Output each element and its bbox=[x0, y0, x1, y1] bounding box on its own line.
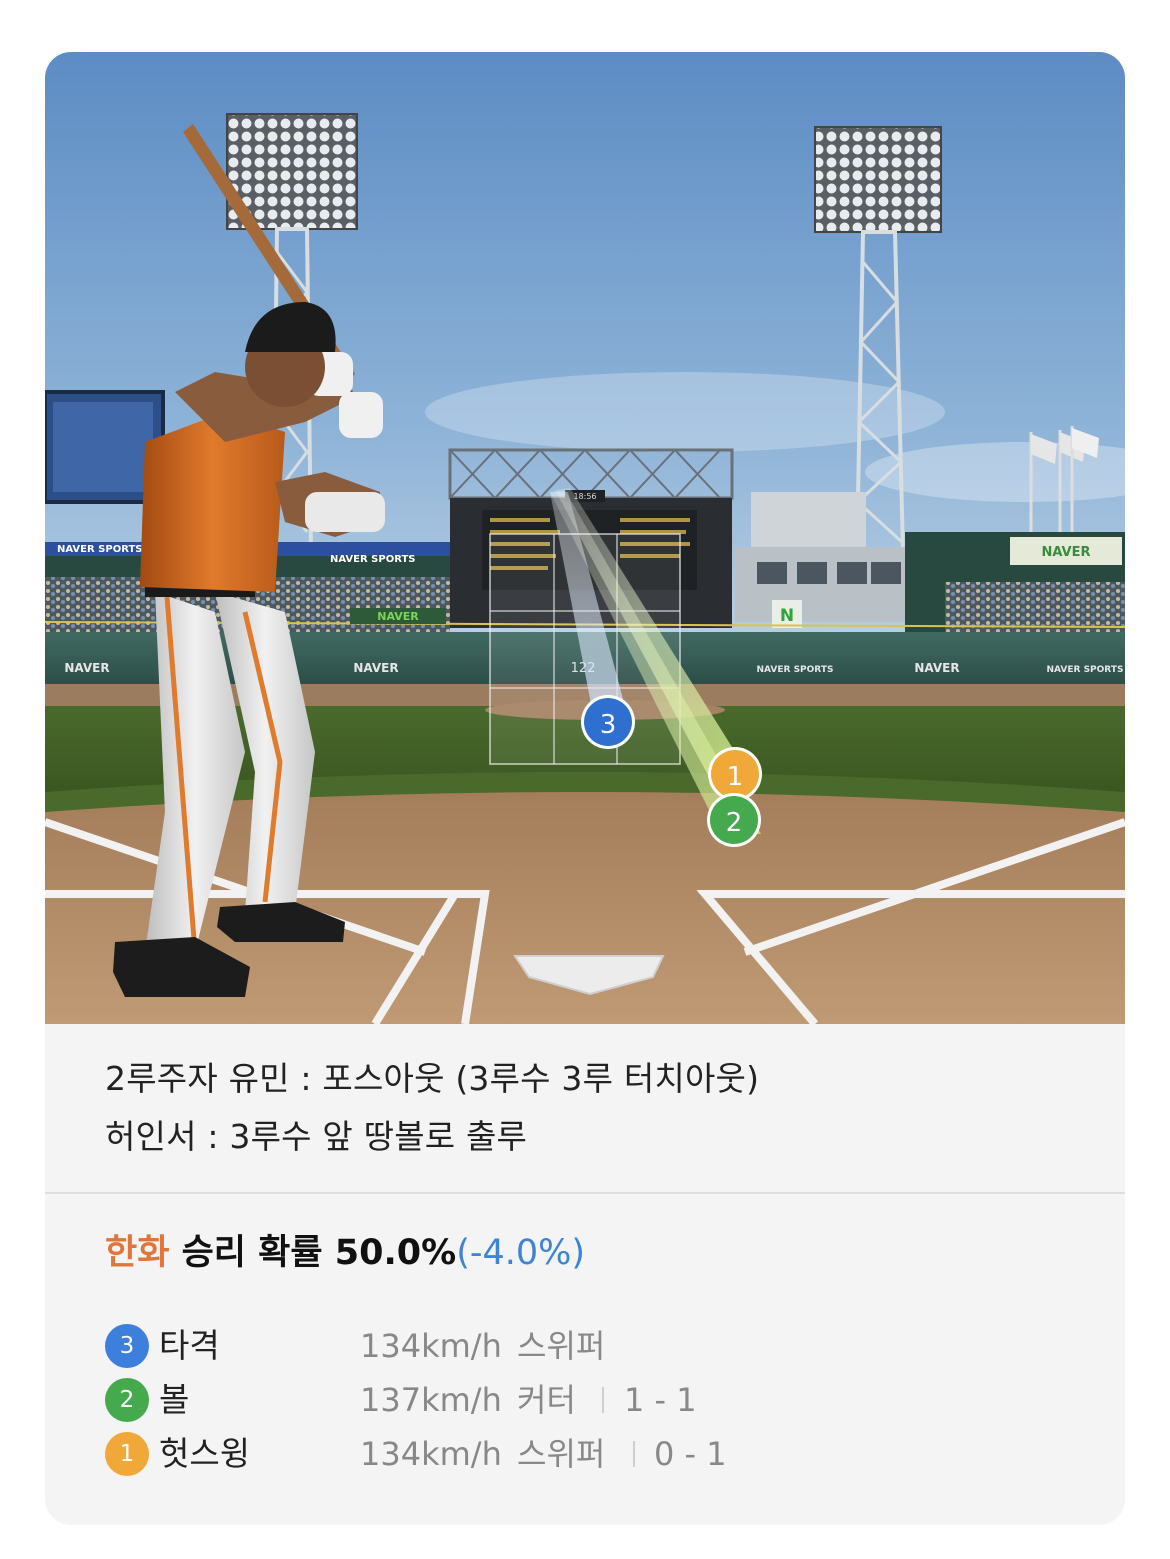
pitch-marker-2[interactable]: 2 bbox=[707, 793, 761, 847]
naver-ad-green-banner: NAVER bbox=[377, 610, 419, 623]
pitch-result: 볼 bbox=[159, 1380, 190, 1419]
naver-ad-right-stands: NAVER bbox=[1041, 545, 1090, 560]
pitch-row-3[interactable]: 3 타격 134km/h 스위퍼 bbox=[105, 1322, 1065, 1370]
naver-sports-ad-wall: NAVER SPORTS bbox=[757, 665, 834, 675]
pitch-result: 헛스윙 bbox=[159, 1434, 251, 1473]
win-prob-team: 한화 bbox=[105, 1233, 170, 1273]
pitch-speed: 137km/h bbox=[360, 1381, 502, 1419]
pitch-type: 스위퍼 bbox=[517, 1435, 606, 1473]
event-line-runner: 2루주자 유민 : 포스아웃 (3루수 3루 터치아웃) bbox=[105, 1059, 760, 1098]
naver-ad-wall-2: NAVER bbox=[353, 661, 398, 675]
pitch-speed: 134km/h bbox=[360, 1327, 502, 1365]
section-divider bbox=[45, 1192, 1125, 1194]
count-separator bbox=[602, 1387, 604, 1413]
pitch-marker-3[interactable]: 3 bbox=[581, 695, 635, 749]
pitch-marker-3-number: 3 bbox=[600, 710, 617, 740]
pitch-number-badge: 1 bbox=[105, 1432, 149, 1476]
pitch-speed: 134km/h bbox=[360, 1435, 502, 1473]
event-line-batter: 허인서 : 3루수 앞 땅볼로 출루 bbox=[105, 1117, 528, 1156]
pitch-result: 타격 bbox=[159, 1326, 220, 1365]
pitch-scene-image: 18:56 NAVER SPORTS NAVER SPORTS NAVER N … bbox=[45, 52, 1125, 1024]
n-logo-sign: N bbox=[780, 606, 794, 626]
pitch-number-badge: 3 bbox=[105, 1324, 149, 1368]
pitch-marker-2-number: 2 bbox=[726, 808, 743, 838]
naver-sports-ad-stands-left: NAVER SPORTS bbox=[57, 544, 143, 555]
pitch-type: 커터 bbox=[517, 1381, 576, 1419]
win-probability: 한화 승리 확률 50.0%(-4.0%) bbox=[105, 1224, 585, 1275]
pitch-row-1[interactable]: 1 헛스윙 134km/h 스위퍼 0 - 1 bbox=[105, 1430, 1065, 1478]
play-events: 2루주자 유민 : 포스아웃 (3루수 3루 터치아웃) 허인서 : 3루수 앞… bbox=[45, 1024, 1125, 1192]
count-separator bbox=[633, 1441, 635, 1467]
pitch-marker-1[interactable]: 1 bbox=[708, 747, 762, 801]
naver-ad-wall-1: NAVER bbox=[64, 661, 109, 675]
naver-ad-wall-3: NAVER bbox=[914, 661, 959, 675]
play-card: 18:56 NAVER SPORTS NAVER SPORTS NAVER N … bbox=[45, 52, 1125, 1525]
win-prob-change: (-4.0%) bbox=[456, 1233, 586, 1273]
pitch-count: 1 - 1 bbox=[624, 1381, 697, 1419]
pitch-row-2[interactable]: 2 볼 137km/h 커터 1 - 1 bbox=[105, 1376, 1065, 1424]
pitch-marker-1-number: 1 bbox=[727, 762, 744, 792]
pitch-count: 0 - 1 bbox=[654, 1435, 727, 1473]
naver-sports-ad-stands-center: NAVER SPORTS bbox=[330, 554, 416, 565]
pitch-type: 스위퍼 bbox=[517, 1327, 606, 1365]
win-prob-label: 승리 확률 bbox=[181, 1233, 323, 1273]
pitch-number-badge: 2 bbox=[105, 1378, 149, 1422]
win-prob-value: 50.0% bbox=[334, 1233, 457, 1273]
naver-sports-ad-wall-right: NAVER SPORTS bbox=[1047, 665, 1124, 675]
